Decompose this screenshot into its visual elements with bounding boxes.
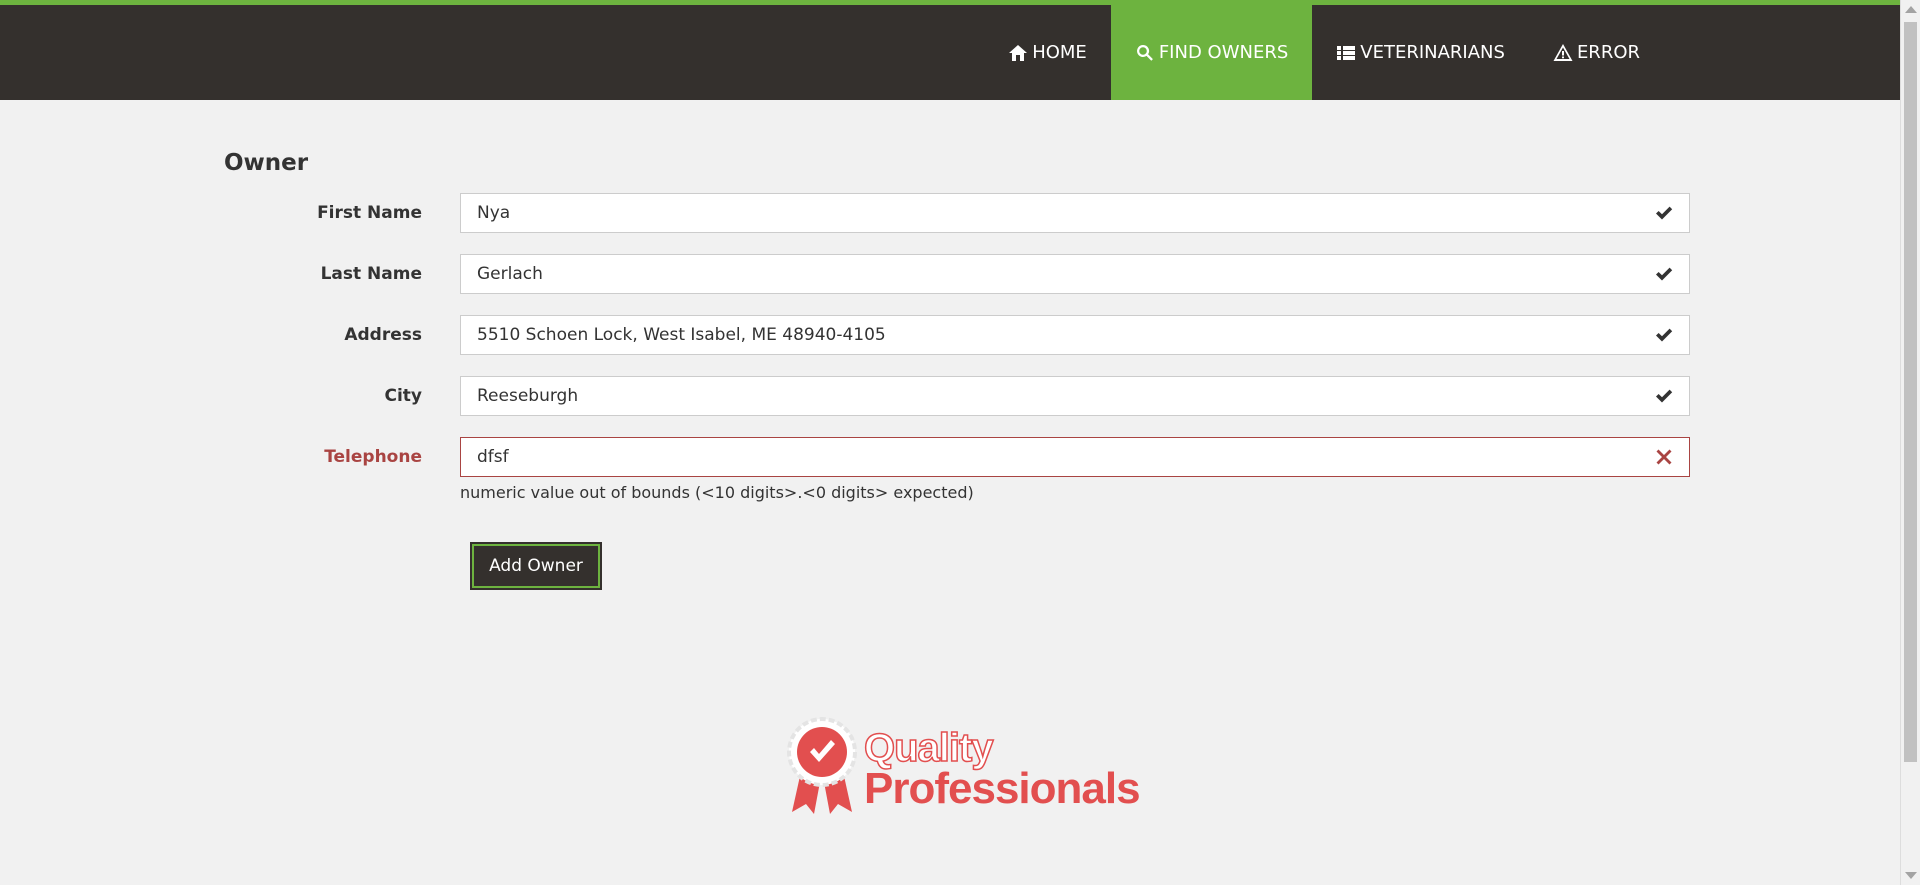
scroll-down-icon[interactable]	[1905, 872, 1917, 879]
telephone-label: Telephone	[324, 447, 422, 467]
last-name-label: Last Name	[320, 264, 422, 284]
list-icon	[1337, 45, 1356, 60]
nav-home-label: Home	[1032, 42, 1087, 63]
error-x-icon	[1656, 449, 1672, 465]
nav-error-label: Error	[1576, 42, 1640, 63]
city-input[interactable]: Reeseburgh	[460, 376, 1690, 416]
field-row-telephone: Telephone dfsf numeric value out of boun…	[224, 437, 1694, 517]
first-name-label: First Name	[317, 203, 422, 223]
vertical-scrollbar[interactable]	[1900, 0, 1920, 885]
nav-veterinarians-label: Veterinarians	[1360, 42, 1505, 63]
field-row-address: Address 5510 Schoen Lock, West Isabel, M…	[224, 315, 1694, 357]
address-input[interactable]: 5510 Schoen Lock, West Isabel, ME 48940-…	[460, 315, 1690, 355]
main-nav: Home Find owners Veterinarians Error	[984, 5, 1664, 100]
field-row-city: City Reeseburgh	[224, 376, 1694, 418]
field-row-first-name: First Name Nya	[224, 193, 1694, 235]
nav-find-owners[interactable]: Find owners	[1110, 5, 1313, 100]
nav-find-owners-label: Find owners	[1158, 42, 1289, 63]
scroll-thumb[interactable]	[1904, 22, 1917, 762]
city-label: City	[384, 386, 422, 406]
check-icon	[1656, 267, 1673, 281]
nav-home[interactable]: Home	[984, 5, 1111, 100]
check-icon	[1656, 206, 1673, 220]
field-row-last-name: Last Name Gerlach	[224, 254, 1694, 296]
address-label: Address	[344, 325, 422, 345]
search-icon	[1136, 44, 1153, 61]
home-icon	[1009, 44, 1028, 61]
first-name-input[interactable]: Nya	[460, 193, 1690, 233]
page-title: Owner	[224, 150, 309, 176]
telephone-input[interactable]: dfsf	[460, 437, 1690, 477]
scroll-up-icon[interactable]	[1905, 6, 1917, 13]
badge-check-icon	[787, 717, 857, 814]
last-name-input[interactable]: Gerlach	[460, 254, 1690, 294]
warning-icon	[1553, 43, 1573, 61]
nav-error[interactable]: Error	[1529, 5, 1664, 100]
telephone-error-message: numeric value out of bounds (<10 digits>…	[460, 483, 974, 502]
add-owner-button[interactable]: Add Owner	[470, 542, 602, 590]
logo-text-professionals: Professionals	[864, 764, 1141, 813]
quality-professionals-logo: Quality Professionals	[786, 716, 1141, 816]
check-icon	[1656, 328, 1673, 342]
navbar: Home Find owners Veterinarians Error	[0, 5, 1900, 100]
check-icon	[1656, 389, 1673, 403]
nav-veterinarians[interactable]: Veterinarians	[1312, 5, 1529, 100]
